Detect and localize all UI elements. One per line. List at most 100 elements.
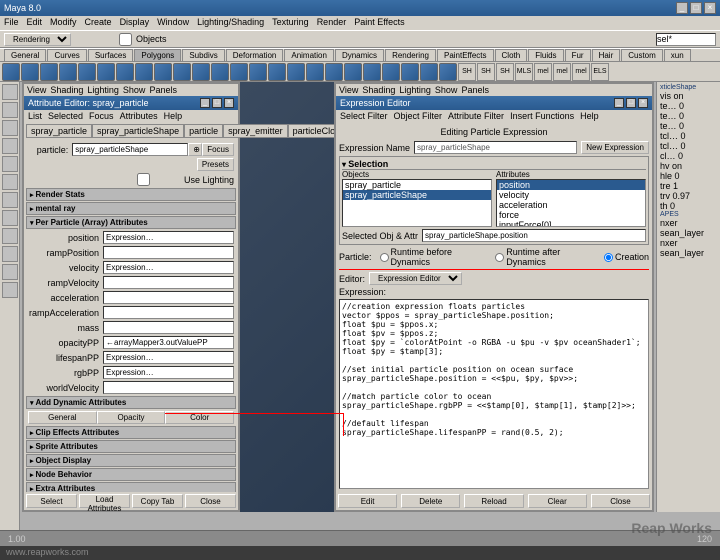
ee-menu-item[interactable]: Help xyxy=(580,111,599,121)
tool-icon[interactable] xyxy=(2,192,18,208)
ee-newexpr-button[interactable]: New Expression xyxy=(581,141,649,154)
ae-menu-focus[interactable]: Focus xyxy=(89,111,114,121)
ae-section-pp[interactable]: Per Particle (Array) Attributes xyxy=(26,216,236,229)
shelf-mel[interactable]: SH xyxy=(477,63,495,81)
ae-copytab-button[interactable]: Copy Tab xyxy=(132,494,183,508)
ee-radio-rad[interactable]: Runtime after Dynamics xyxy=(495,247,596,267)
shelf-tab[interactable]: Rendering xyxy=(385,49,436,62)
shelf-mel[interactable]: mel xyxy=(534,63,552,81)
lighting-check[interactable] xyxy=(103,173,184,186)
shelf-mel[interactable]: ELS xyxy=(591,63,609,81)
cb-attr[interactable]: te… 0 xyxy=(659,111,718,121)
list-item[interactable]: position xyxy=(497,180,645,190)
shelf-icon[interactable] xyxy=(344,63,362,81)
maximize-button[interactable]: □ xyxy=(690,2,702,14)
shelf-icon[interactable] xyxy=(287,63,305,81)
shelf-icon[interactable] xyxy=(173,63,191,81)
ae-tab[interactable]: spray_particleShape xyxy=(92,124,184,138)
menu-render[interactable]: Render xyxy=(317,17,347,29)
ee-max-icon[interactable]: □ xyxy=(626,98,636,108)
cb-layer[interactable]: nxer xyxy=(659,238,718,248)
dyn-general-button[interactable]: General xyxy=(28,411,97,424)
ee-clear-button[interactable]: Clear xyxy=(528,494,587,508)
pp-input-rampAcceleration[interactable] xyxy=(103,306,234,319)
ae-section[interactable]: Extra Attributes xyxy=(26,482,236,492)
cb-attr[interactable]: te… 0 xyxy=(659,121,718,131)
shelf-mel[interactable]: SH xyxy=(496,63,514,81)
shelf-icon[interactable] xyxy=(401,63,419,81)
focus-button[interactable]: Focus xyxy=(202,143,234,156)
ee-objects-list[interactable]: spray_particle spray_particleShape xyxy=(342,179,492,227)
menu-create[interactable]: Create xyxy=(85,17,112,29)
shelf-tab[interactable]: Polygons xyxy=(134,49,181,62)
scale-tool-icon[interactable] xyxy=(2,156,18,172)
vp-menu-shading[interactable]: Shading xyxy=(362,85,395,95)
cb-attr[interactable]: te… 0 xyxy=(659,101,718,111)
shelf-icon[interactable] xyxy=(268,63,286,81)
ee-expr-input[interactable]: //creation expression floats particles v… xyxy=(339,299,649,489)
ae-max-icon[interactable]: □ xyxy=(212,98,222,108)
cb-attr[interactable]: th 0 xyxy=(659,201,718,211)
shelf-icon[interactable] xyxy=(249,63,267,81)
ae-section[interactable]: Sprite Attributes xyxy=(26,440,236,453)
pp-input-mass[interactable] xyxy=(103,321,234,334)
ae-section[interactable]: Clip Effects Attributes xyxy=(26,426,236,439)
pp-input-lifespanPP[interactable] xyxy=(103,351,234,364)
shelf-tab[interactable]: Deformation xyxy=(226,49,284,62)
ee-edit-button[interactable]: Edit xyxy=(338,494,397,508)
particle-name-input[interactable] xyxy=(72,143,188,156)
cb-attr[interactable]: tcl… 0 xyxy=(659,131,718,141)
cb-attr[interactable]: tcl… 0 xyxy=(659,141,718,151)
pp-input-opacityPP[interactable] xyxy=(103,336,234,349)
ee-radio-rbd[interactable]: Runtime before Dynamics xyxy=(380,247,488,267)
list-item[interactable]: inputForce[0] xyxy=(497,220,645,227)
cb-layer[interactable]: sean_layer xyxy=(659,248,718,258)
vp-menu-show[interactable]: Show xyxy=(123,85,146,95)
ae-titlebar[interactable]: Attribute Editor: spray_particle _□× xyxy=(24,96,238,110)
list-item[interactable]: spray_particleShape xyxy=(343,190,491,200)
ae-section[interactable]: Node Behavior xyxy=(26,468,236,481)
ae-menu-help[interactable]: Help xyxy=(164,111,183,121)
pp-input-velocity[interactable] xyxy=(103,261,234,274)
time-slider[interactable]: 1.00 120 xyxy=(0,530,720,546)
manipulator-icon[interactable] xyxy=(2,174,18,190)
list-item[interactable]: force xyxy=(497,210,645,220)
tool-icon[interactable] xyxy=(2,228,18,244)
channel-box[interactable]: xticleShape vis onte… 0te… 0te… 0tcl… 0t… xyxy=(656,82,720,512)
pp-input-position[interactable] xyxy=(103,231,234,244)
ee-selection-head[interactable]: ▾ Selection xyxy=(342,159,646,170)
ae-section-adddyn[interactable]: Add Dynamic Attributes xyxy=(26,396,236,409)
minimize-button[interactable]: _ xyxy=(676,2,688,14)
shelf-icon[interactable] xyxy=(363,63,381,81)
ee-close-icon[interactable]: × xyxy=(638,98,648,108)
ae-tab[interactable]: spray_particle xyxy=(26,124,92,138)
menu-edit[interactable]: Edit xyxy=(27,17,43,29)
ae-section-render-stats[interactable]: Render Stats xyxy=(26,188,236,201)
mode-select[interactable]: Rendering xyxy=(4,33,71,46)
shelf-tab[interactable]: Custom xyxy=(621,49,663,62)
pp-input-rampPosition[interactable] xyxy=(103,246,234,259)
shelf-tab[interactable]: PaintEffects xyxy=(437,49,494,62)
shelf-icon[interactable] xyxy=(135,63,153,81)
ee-radio-creation[interactable]: Creation xyxy=(604,252,649,262)
ee-menu-item[interactable]: Object Filter xyxy=(394,111,443,121)
ae-close-icon[interactable]: × xyxy=(224,98,234,108)
tool-icon[interactable] xyxy=(2,210,18,226)
shelf-tab[interactable]: Fluids xyxy=(528,49,563,62)
ae-load-button[interactable]: Load Attributes xyxy=(79,494,130,508)
shelf-tab[interactable]: Hair xyxy=(592,49,621,62)
cb-attr[interactable]: vis on xyxy=(659,91,718,101)
objects-check[interactable] xyxy=(119,33,132,46)
menu-texturing[interactable]: Texturing xyxy=(272,17,309,29)
nav-button[interactable]: ⊕ xyxy=(188,143,202,156)
ee-menu-item[interactable]: Select Filter xyxy=(340,111,388,121)
vp-menu-shading[interactable]: Shading xyxy=(50,85,83,95)
ae-section[interactable]: Object Display xyxy=(26,454,236,467)
vp-menu-panels[interactable]: Panels xyxy=(149,85,177,95)
menu-lighting[interactable]: Lighting/Shading xyxy=(197,17,264,29)
shelf-mel[interactable]: MLS xyxy=(515,63,533,81)
shelf-tab[interactable]: Fur xyxy=(565,49,591,62)
vp-menu-view[interactable]: View xyxy=(339,85,358,95)
menu-window[interactable]: Window xyxy=(157,17,189,29)
pp-input-acceleration[interactable] xyxy=(103,291,234,304)
